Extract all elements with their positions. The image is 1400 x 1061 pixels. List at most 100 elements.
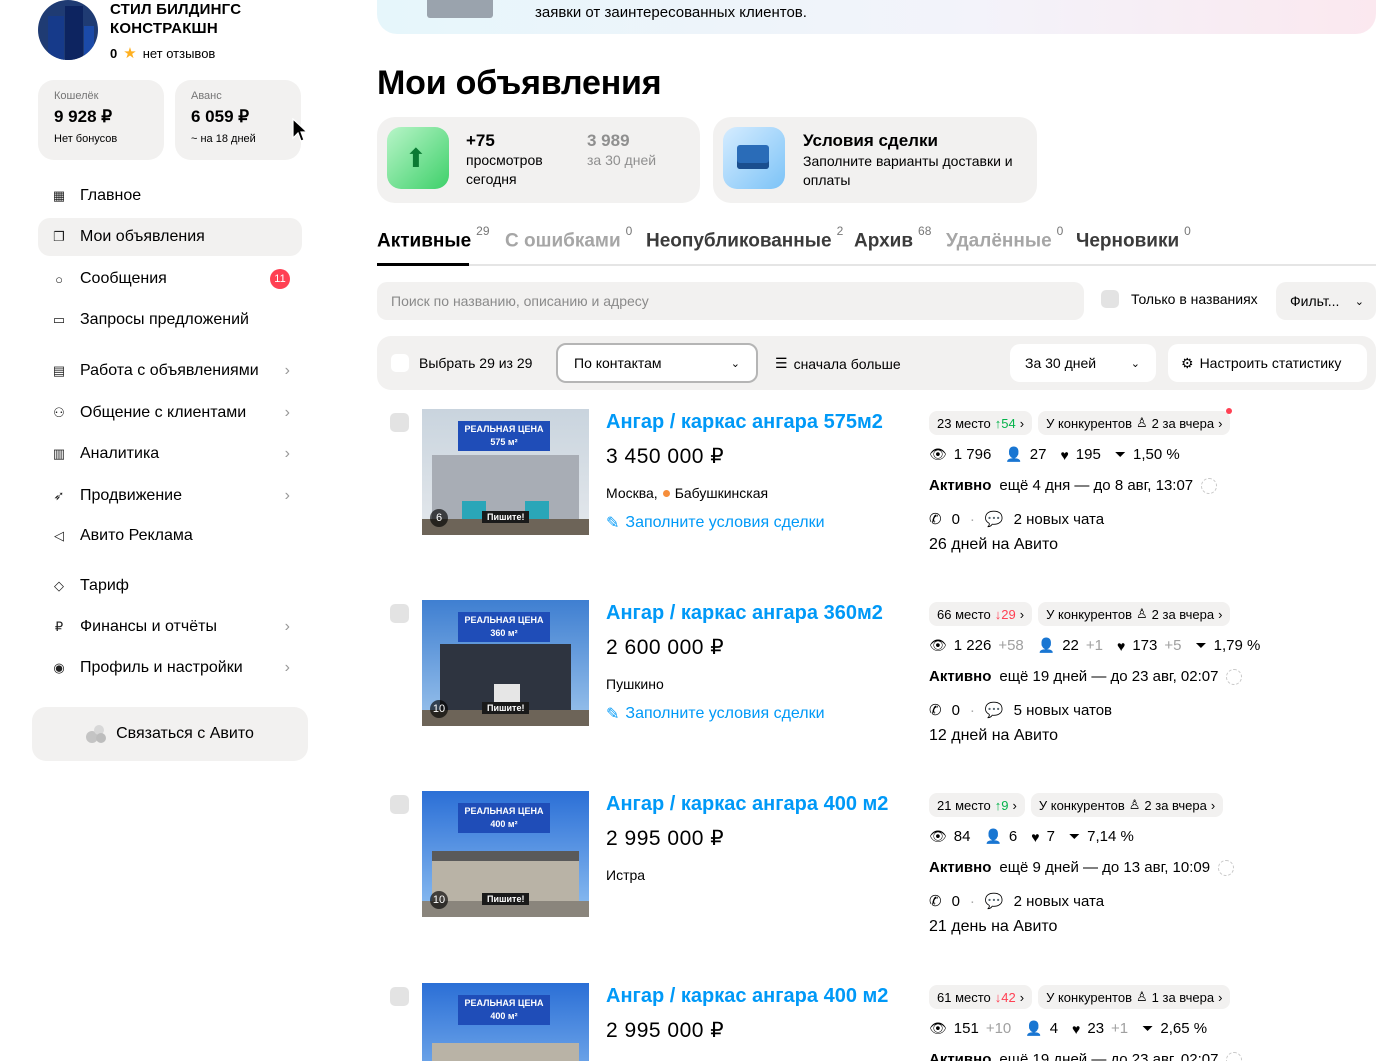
chevron-right-icon: › bbox=[1019, 989, 1025, 1005]
fill-deal-conditions-link[interactable]: ✎ Заполните условия сделки bbox=[606, 704, 825, 724]
nav-item-tariff[interactable]: ◇ Тариф bbox=[38, 567, 302, 605]
listing-photo[interactable]: РЕАЛЬНАЯ ЦЕНА 400 м² 10 Пишите! bbox=[422, 791, 589, 917]
chevron-right-icon: › bbox=[284, 487, 290, 504]
advance-balance: 6 059 ₽ bbox=[191, 107, 250, 126]
period-select[interactable]: За 30 дней ⌄ bbox=[1010, 344, 1156, 382]
configure-stats-button[interactable]: ⚙ Настроить статистику bbox=[1168, 344, 1367, 382]
listing-title[interactable]: Ангар / каркас ангара 400 м2 bbox=[606, 793, 888, 816]
tab-archive[interactable]: Архив 68 bbox=[854, 224, 931, 252]
listing-metrics: 👁 1 796 👤 27 ♥ 195 ⏷ 1,50 % bbox=[929, 446, 1180, 463]
company-rating[interactable]: 0 ★ нет отзывов bbox=[110, 44, 241, 62]
listing-checkbox[interactable] bbox=[390, 987, 409, 1006]
tab-errors[interactable]: С ошибками 0 bbox=[505, 224, 632, 252]
sort-lines-icon: ☰ bbox=[775, 355, 788, 371]
competitors-chip[interactable]: У конкурентов ♙ 2 за вчера › bbox=[1030, 793, 1224, 817]
listing-checkbox[interactable] bbox=[390, 413, 409, 432]
listing-item: РЕАЛЬНАЯ ЦЕНА 400 м² 10 Пишите! Ангар / к… bbox=[377, 791, 1376, 961]
chevron-down-icon: ⌄ bbox=[1130, 357, 1140, 370]
photo-count: 10 bbox=[430, 700, 448, 718]
nav-item-analytics[interactable]: ▥ Аналитика › bbox=[38, 435, 302, 473]
tab-deleted[interactable]: Удалённые 0 bbox=[946, 224, 1063, 252]
listing-checkbox[interactable] bbox=[390, 604, 409, 623]
nav-item-listing-tools[interactable]: ▤ Работа с объявлениями › bbox=[38, 352, 302, 390]
rating-value: 0 bbox=[110, 45, 118, 61]
listing-contacts[interactable]: ✆ 0 · 💬 2 новых чата bbox=[929, 510, 1104, 529]
unread-badge: 11 bbox=[270, 269, 290, 289]
person-icon: 👤 bbox=[1025, 1020, 1043, 1036]
tab-drafts[interactable]: Черновики 0 bbox=[1076, 224, 1191, 252]
phone-icon: ✆ bbox=[929, 511, 942, 528]
nav-item-messages[interactable]: ○ Сообщения 11 bbox=[38, 260, 302, 298]
listing-title[interactable]: Ангар / каркас ангара 360м2 bbox=[606, 602, 883, 625]
eye-icon: 👁 bbox=[929, 828, 947, 844]
chevron-right-icon: › bbox=[284, 404, 290, 421]
sort-by-select[interactable]: По контактам ⌄ bbox=[556, 343, 758, 383]
listing-contacts[interactable]: ✆ 0 · 💬 2 новых чата bbox=[929, 892, 1104, 911]
gear-icon: ⚙ bbox=[1181, 354, 1194, 371]
nav-item-ads[interactable]: ◁ Авито Реклама bbox=[38, 517, 302, 555]
competitors-chip[interactable]: У конкурентов ♙ 2 за вчера › bbox=[1038, 408, 1233, 435]
heart-icon: ♥ bbox=[1072, 1020, 1081, 1037]
page-title: Мои объявления bbox=[377, 64, 662, 102]
listing-photo[interactable]: РЕАЛЬНАЯ ЦЕНА 400 м² bbox=[422, 983, 589, 1061]
timer-icon bbox=[1201, 477, 1218, 494]
doc-icon: ▤ bbox=[52, 363, 66, 378]
eye-icon: 👁 bbox=[929, 1020, 947, 1036]
chevron-right-icon: › bbox=[284, 659, 290, 676]
reviews-text: нет отзывов bbox=[142, 45, 216, 61]
filter-button[interactable]: Фильт... ⌄ bbox=[1276, 282, 1376, 320]
listing-location: Пушкино bbox=[606, 676, 664, 692]
nav-item-clients[interactable]: ⚇ Общение с клиентами › bbox=[38, 394, 302, 432]
banner-image bbox=[427, 0, 493, 18]
search-position-chip[interactable]: 66 место ↓29 › bbox=[929, 602, 1033, 626]
nav-item-my-listings[interactable]: ❐ Мои объявления bbox=[38, 218, 302, 256]
select-all-checkbox[interactable]: Выбрать 29 из 29 bbox=[391, 354, 532, 372]
sort-order-toggle[interactable]: ☰ сначала больше bbox=[775, 355, 901, 372]
listing-photo[interactable]: РЕАЛЬНАЯ ЦЕНА 360 м² 10 Пишите! bbox=[422, 600, 589, 726]
views-stats-card[interactable]: +75 просмотров сегодня 3 989 за 30 дней bbox=[377, 117, 700, 203]
competitors-chip[interactable]: У конкурентов ♙ 1 за вчера › bbox=[1038, 985, 1231, 1009]
chevron-right-icon: › bbox=[1019, 606, 1025, 622]
nav-item-requests[interactable]: ▭ Запросы предложений bbox=[38, 301, 302, 339]
nav-item-profile[interactable]: ◉ Профиль и настройки › bbox=[38, 649, 302, 687]
megaphone-icon: ◁ bbox=[54, 528, 64, 543]
nav-item-finance[interactable]: ₽ Финансы и отчёты › bbox=[38, 608, 302, 646]
search-input[interactable]: Поиск по названию, описанию и адресу bbox=[377, 282, 1084, 320]
timer-icon bbox=[1226, 1051, 1243, 1061]
diamond-icon: ◇ bbox=[54, 578, 64, 593]
tab-unpublished[interactable]: Неопубликованные 2 bbox=[646, 224, 843, 252]
search-position-chip[interactable]: 21 место ↑9 › bbox=[929, 793, 1025, 817]
fill-deal-conditions-link[interactable]: ✎ Заполните условия сделки bbox=[606, 513, 825, 533]
chat-bubble-icon: 💬 bbox=[984, 511, 1004, 528]
company-header[interactable]: СТИЛ БИЛДИНГС КОНСТРАКШН 0 ★ нет отзывов bbox=[38, 0, 241, 62]
person-icon: 👤 bbox=[1037, 637, 1056, 653]
advance-card[interactable]: Аванс 6 059 ₽ ~ на 18 дней bbox=[175, 80, 301, 160]
search-position-chip[interactable]: 23 место ↑54 › bbox=[929, 411, 1033, 435]
nav-item-promotion[interactable]: ➶ Продвижение › bbox=[38, 477, 302, 515]
listing-contacts[interactable]: ✆ 0 · 💬 5 новых чатов bbox=[929, 701, 1112, 720]
company-name[interactable]: СТИЛ БИЛДИНГС КОНСТРАКШН bbox=[110, 0, 241, 38]
listing-checkbox[interactable] bbox=[390, 795, 409, 814]
nav-item-home[interactable]: ▦ Главное bbox=[38, 177, 302, 215]
listing-location: Москва, Бабушкинская bbox=[606, 485, 769, 501]
checkbox[interactable] bbox=[1101, 290, 1119, 308]
contact-avito-button[interactable]: Связаться с Авито bbox=[32, 707, 308, 761]
chevron-right-icon: › bbox=[284, 362, 290, 379]
promo-banner[interactable]: заявки от заинтересованных клиентов. bbox=[377, 0, 1376, 34]
chevron-down-icon: ⌄ bbox=[730, 357, 740, 370]
listing-photo[interactable]: РЕАЛЬНАЯ ЦЕНА 575 м² 6 Пишите! bbox=[422, 409, 589, 535]
wallet-card[interactable]: Кошелёк 9 928 ₽ Нет бонусов bbox=[38, 80, 164, 160]
timer-icon bbox=[1218, 859, 1235, 876]
competitors-chip[interactable]: У конкурентов ♙ 2 за вчера › bbox=[1038, 602, 1231, 626]
only-titles-checkbox[interactable]: Только в названиях bbox=[1101, 290, 1258, 308]
deal-conditions-card[interactable]: Условия сделки Заполните варианты достав… bbox=[713, 117, 1037, 203]
metro-icon bbox=[662, 489, 670, 497]
tab-active[interactable]: Активные 29 bbox=[377, 224, 490, 252]
search-position-chip[interactable]: 61 место ↓42 › bbox=[929, 985, 1033, 1009]
notification-dot bbox=[1226, 408, 1233, 414]
copy-icon: ❐ bbox=[53, 229, 65, 244]
listing-title[interactable]: Ангар / каркас ангара 575м2 bbox=[606, 411, 883, 434]
user-icon: ♙ bbox=[1135, 606, 1148, 621]
listing-title[interactable]: Ангар / каркас ангара 400 м2 bbox=[606, 985, 888, 1008]
chat-bubble-icon: 💬 bbox=[984, 893, 1004, 910]
